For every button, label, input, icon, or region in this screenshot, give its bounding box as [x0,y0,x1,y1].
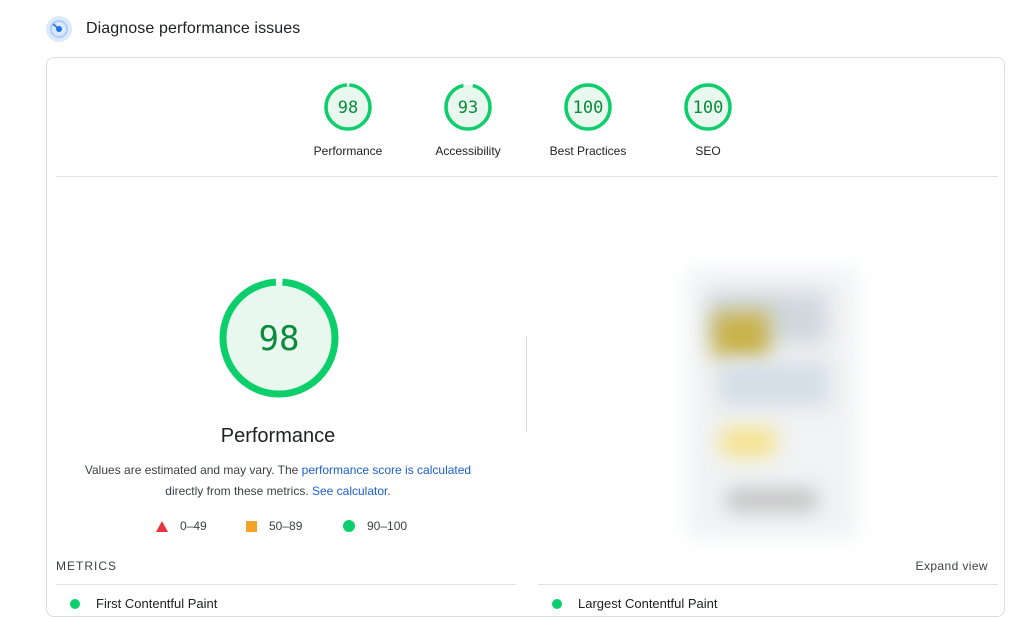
section-title: Diagnose performance issues [86,20,301,37]
gauge-label: SEO [695,144,721,158]
legend-average: 50–89 [246,519,302,533]
category-gauges: 98 Performance 93 Accessibility 100 Best… [47,58,1004,176]
gauge-score: 100 [573,98,604,118]
score-ring: 93 [444,83,492,131]
square-icon [246,520,257,532]
score-ring: 100 [564,83,612,131]
gauge-best-practices[interactable]: 100 Best Practices [538,82,638,158]
gauge-score: 100 [693,98,724,118]
legend-range: 0–49 [180,519,207,533]
metrics-divider-right [538,584,998,585]
expand-view-toggle[interactable]: Expand view [916,559,988,573]
performance-score: 98 [259,319,300,359]
legend-range: 50–89 [269,519,303,533]
legend-pass: 90–100 [343,519,407,533]
pass-dot-icon [70,598,80,609]
performance-title: Performance [220,425,336,447]
section-header: Diagnose performance issues [46,14,300,44]
desc-text: directly from these metrics. [165,484,312,498]
desc-text: Values are estimated and may vary. The [84,463,302,477]
see-calculator-link[interactable]: See calculator [312,484,387,498]
performance-big-gauge: 98 [219,278,339,398]
pass-dot-icon [552,598,562,609]
desc-text: . [387,484,391,498]
gauge-label: Best Practices [549,144,627,158]
legend-fail: 0–49 [156,519,207,533]
circle-icon [343,520,355,532]
triangle-icon [156,520,168,532]
gauge-performance[interactable]: 98 Performance [298,82,398,158]
report-card: 98 Performance 93 Accessibility 100 Best… [46,57,1005,617]
page-screenshot [687,258,867,538]
gauge-score: 98 [338,98,358,118]
metric-largest-contentful-paint[interactable]: Largest Contentful Paint [552,596,717,611]
metrics-heading: METRICS [56,559,117,573]
score-calculated-link[interactable]: performance score is calculated [302,463,471,477]
score-ring: 98 [324,83,372,131]
metric-label: Largest Contentful Paint [578,596,718,611]
score-description: Values are estimated and may vary. The p… [47,460,509,502]
gauge-label: Performance [313,144,383,158]
legend-range: 90–100 [367,519,408,533]
score-legend: 0–49 50–89 90–100 [47,519,509,535]
metrics-divider-left [56,584,516,585]
gauge-label: Accessibility [435,144,501,158]
metric-label: First Contentful Paint [96,596,218,611]
metric-first-contentful-paint[interactable]: First Contentful Paint [70,596,217,611]
score-ring: 100 [684,83,732,131]
gauge-score: 93 [458,98,478,118]
gauges-divider [56,176,998,177]
speed-gauge-icon [46,16,72,42]
gauge-seo[interactable]: 100 SEO [658,82,758,158]
vertical-divider [526,336,527,432]
gauge-accessibility[interactable]: 93 Accessibility [418,82,518,158]
